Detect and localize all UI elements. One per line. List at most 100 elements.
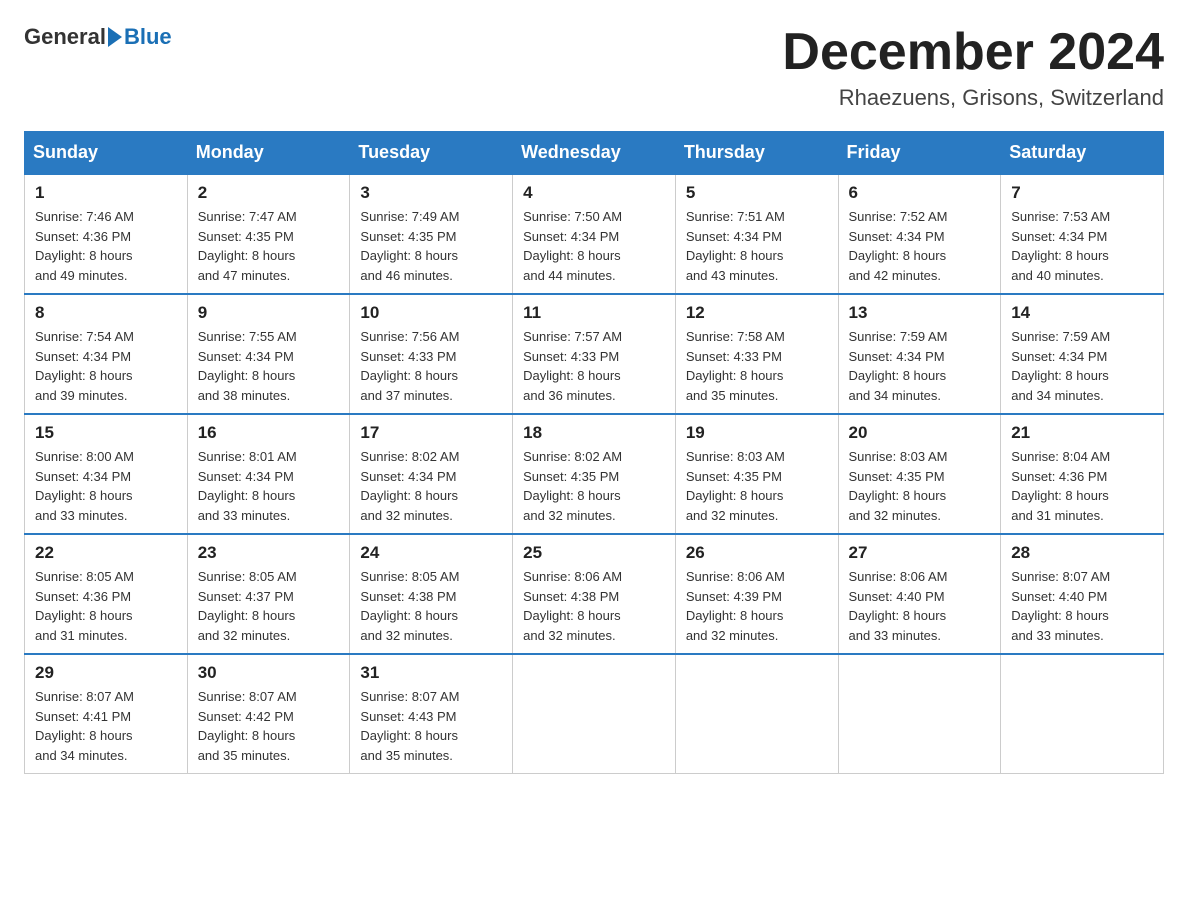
day-info: Sunrise: 7:58 AM Sunset: 4:33 PM Dayligh… — [686, 327, 828, 405]
day-number: 23 — [198, 543, 340, 563]
day-cell: 31 Sunrise: 8:07 AM Sunset: 4:43 PM Dayli… — [350, 654, 513, 774]
day-info: Sunrise: 8:05 AM Sunset: 4:36 PM Dayligh… — [35, 567, 177, 645]
day-cell: 19 Sunrise: 8:03 AM Sunset: 4:35 PM Dayli… — [675, 414, 838, 534]
day-cell: 11 Sunrise: 7:57 AM Sunset: 4:33 PM Dayli… — [513, 294, 676, 414]
title-section: December 2024 Rhaezuens, Grisons, Switze… — [782, 24, 1164, 111]
day-cell: 17Sunrise: 8:02 AM Sunset: 4:34 PM Dayli… — [350, 414, 513, 534]
day-number: 10 — [360, 303, 502, 323]
day-info: Sunrise: 7:54 AM Sunset: 4:34 PM Dayligh… — [35, 327, 177, 405]
day-number: 20 — [849, 423, 991, 443]
day-number: 21 — [1011, 423, 1153, 443]
day-number: 29 — [35, 663, 177, 683]
day-cell: 18Sunrise: 8:02 AM Sunset: 4:35 PM Dayli… — [513, 414, 676, 534]
day-info: Sunrise: 7:47 AM Sunset: 4:35 PM Dayligh… — [198, 207, 340, 285]
day-cell — [838, 654, 1001, 774]
day-number: 16 — [198, 423, 340, 443]
day-cell: 4 Sunrise: 7:50 AM Sunset: 4:34 PM Daylig… — [513, 174, 676, 294]
day-number: 11 — [523, 303, 665, 323]
day-cell: 3 Sunrise: 7:49 AM Sunset: 4:35 PM Daylig… — [350, 174, 513, 294]
day-info: Sunrise: 7:55 AM Sunset: 4:34 PM Dayligh… — [198, 327, 340, 405]
day-cell: 23 Sunrise: 8:05 AM Sunset: 4:37 PM Dayli… — [187, 534, 350, 654]
day-cell: 7 Sunrise: 7:53 AM Sunset: 4:34 PM Daylig… — [1001, 174, 1164, 294]
day-info: Sunrise: 8:05 AM Sunset: 4:37 PM Dayligh… — [198, 567, 340, 645]
day-cell: 12 Sunrise: 7:58 AM Sunset: 4:33 PM Dayli… — [675, 294, 838, 414]
day-cell: 21 Sunrise: 8:04 AM Sunset: 4:36 PM Dayli… — [1001, 414, 1164, 534]
day-info: Sunrise: 8:03 AM Sunset: 4:35 PM Dayligh… — [849, 447, 991, 525]
day-cell: 27 Sunrise: 8:06 AM Sunset: 4:40 PM Dayli… — [838, 534, 1001, 654]
week-row-1: 1 Sunrise: 7:46 AM Sunset: 4:36 PM Daylig… — [25, 174, 1164, 294]
day-info: Sunrise: 7:56 AM Sunset: 4:33 PM Dayligh… — [360, 327, 502, 405]
header-day-friday: Friday — [838, 132, 1001, 175]
day-info: Sunrise: 8:04 AM Sunset: 4:36 PM Dayligh… — [1011, 447, 1153, 525]
day-info: Sunrise: 8:06 AM Sunset: 4:38 PM Dayligh… — [523, 567, 665, 645]
day-info: Sunrise: 7:59 AM Sunset: 4:34 PM Dayligh… — [1011, 327, 1153, 405]
day-cell: 26 Sunrise: 8:06 AM Sunset: 4:39 PM Dayli… — [675, 534, 838, 654]
day-number: 4 — [523, 183, 665, 203]
day-info: Sunrise: 7:59 AM Sunset: 4:34 PM Dayligh… — [849, 327, 991, 405]
day-number: 25 — [523, 543, 665, 563]
header-day-saturday: Saturday — [1001, 132, 1164, 175]
day-number: 15 — [35, 423, 177, 443]
day-cell: 24Sunrise: 8:05 AM Sunset: 4:38 PM Dayli… — [350, 534, 513, 654]
day-cell: 15Sunrise: 8:00 AM Sunset: 4:34 PM Dayli… — [25, 414, 188, 534]
day-number: 3 — [360, 183, 502, 203]
day-cell — [675, 654, 838, 774]
header-row: SundayMondayTuesdayWednesdayThursdayFrid… — [25, 132, 1164, 175]
day-number: 31 — [360, 663, 502, 683]
day-info: Sunrise: 7:53 AM Sunset: 4:34 PM Dayligh… — [1011, 207, 1153, 285]
calendar-table: SundayMondayTuesdayWednesdayThursdayFrid… — [24, 131, 1164, 774]
logo-arrow-icon — [108, 27, 122, 47]
day-number: 2 — [198, 183, 340, 203]
day-cell: 16 Sunrise: 8:01 AM Sunset: 4:34 PM Dayli… — [187, 414, 350, 534]
day-number: 30 — [198, 663, 340, 683]
day-cell: 25 Sunrise: 8:06 AM Sunset: 4:38 PM Dayli… — [513, 534, 676, 654]
day-number: 28 — [1011, 543, 1153, 563]
location-text: Rhaezuens, Grisons, Switzerland — [782, 85, 1164, 111]
calendar-body: 1 Sunrise: 7:46 AM Sunset: 4:36 PM Daylig… — [25, 174, 1164, 774]
day-number: 19 — [686, 423, 828, 443]
day-cell: 14Sunrise: 7:59 AM Sunset: 4:34 PM Dayli… — [1001, 294, 1164, 414]
day-info: Sunrise: 8:02 AM Sunset: 4:34 PM Dayligh… — [360, 447, 502, 525]
day-number: 7 — [1011, 183, 1153, 203]
day-cell: 13Sunrise: 7:59 AM Sunset: 4:34 PM Dayli… — [838, 294, 1001, 414]
day-cell: 6Sunrise: 7:52 AM Sunset: 4:34 PM Daylig… — [838, 174, 1001, 294]
day-number: 18 — [523, 423, 665, 443]
day-cell: 1 Sunrise: 7:46 AM Sunset: 4:36 PM Daylig… — [25, 174, 188, 294]
day-cell: 22 Sunrise: 8:05 AM Sunset: 4:36 PM Dayli… — [25, 534, 188, 654]
day-info: Sunrise: 8:06 AM Sunset: 4:40 PM Dayligh… — [849, 567, 991, 645]
day-info: Sunrise: 7:46 AM Sunset: 4:36 PM Dayligh… — [35, 207, 177, 285]
day-cell: 5Sunrise: 7:51 AM Sunset: 4:34 PM Daylig… — [675, 174, 838, 294]
day-info: Sunrise: 8:06 AM Sunset: 4:39 PM Dayligh… — [686, 567, 828, 645]
header-day-thursday: Thursday — [675, 132, 838, 175]
day-info: Sunrise: 8:07 AM Sunset: 4:41 PM Dayligh… — [35, 687, 177, 765]
day-number: 22 — [35, 543, 177, 563]
day-number: 1 — [35, 183, 177, 203]
day-cell: 28 Sunrise: 8:07 AM Sunset: 4:40 PM Dayli… — [1001, 534, 1164, 654]
day-number: 26 — [686, 543, 828, 563]
day-cell: 2 Sunrise: 7:47 AM Sunset: 4:35 PM Daylig… — [187, 174, 350, 294]
day-number: 12 — [686, 303, 828, 323]
day-info: Sunrise: 7:57 AM Sunset: 4:33 PM Dayligh… — [523, 327, 665, 405]
logo-general-text: General — [24, 24, 106, 50]
header-day-monday: Monday — [187, 132, 350, 175]
day-cell: 20 Sunrise: 8:03 AM Sunset: 4:35 PM Dayli… — [838, 414, 1001, 534]
week-row-2: 8Sunrise: 7:54 AM Sunset: 4:34 PM Daylig… — [25, 294, 1164, 414]
logo-blue-text: Blue — [124, 24, 172, 50]
day-info: Sunrise: 7:50 AM Sunset: 4:34 PM Dayligh… — [523, 207, 665, 285]
day-cell: 30Sunrise: 8:07 AM Sunset: 4:42 PM Dayli… — [187, 654, 350, 774]
day-number: 27 — [849, 543, 991, 563]
header-day-sunday: Sunday — [25, 132, 188, 175]
day-info: Sunrise: 8:07 AM Sunset: 4:43 PM Dayligh… — [360, 687, 502, 765]
day-number: 6 — [849, 183, 991, 203]
day-info: Sunrise: 8:07 AM Sunset: 4:40 PM Dayligh… — [1011, 567, 1153, 645]
calendar-header: SundayMondayTuesdayWednesdayThursdayFrid… — [25, 132, 1164, 175]
page-header: General Blue December 2024 Rhaezuens, Gr… — [24, 24, 1164, 111]
day-info: Sunrise: 8:01 AM Sunset: 4:34 PM Dayligh… — [198, 447, 340, 525]
day-number: 5 — [686, 183, 828, 203]
day-info: Sunrise: 8:03 AM Sunset: 4:35 PM Dayligh… — [686, 447, 828, 525]
day-cell — [1001, 654, 1164, 774]
day-number: 9 — [198, 303, 340, 323]
week-row-4: 22 Sunrise: 8:05 AM Sunset: 4:36 PM Dayli… — [25, 534, 1164, 654]
week-row-3: 15Sunrise: 8:00 AM Sunset: 4:34 PM Dayli… — [25, 414, 1164, 534]
day-info: Sunrise: 7:49 AM Sunset: 4:35 PM Dayligh… — [360, 207, 502, 285]
